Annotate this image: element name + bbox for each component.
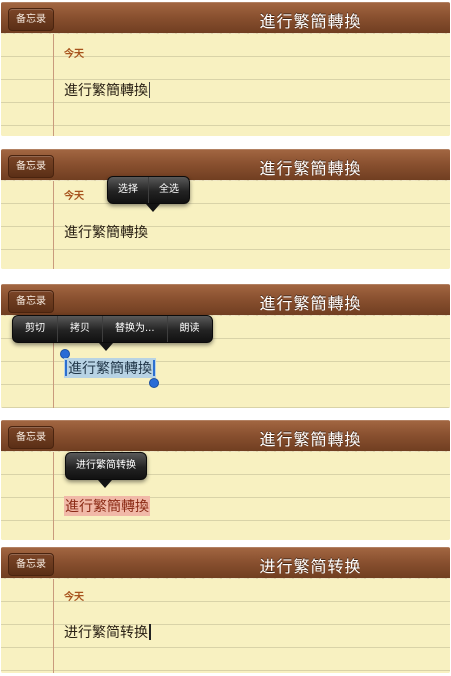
- note-title: 進行繁簡轉換: [259, 159, 362, 178]
- navigation-bar: 备忘录 进行繁简转换: [1, 547, 450, 584]
- selection-start-caret: [65, 360, 67, 376]
- back-button[interactable]: 备忘录: [8, 426, 54, 449]
- note-title: 進行繁簡轉換: [259, 430, 362, 449]
- callout-arrow: [146, 204, 160, 212]
- note-text: 進行繁簡轉換: [64, 83, 148, 99]
- margin-line: [53, 34, 54, 136]
- navigation-bar: 备忘录 進行繁簡轉換: [1, 284, 450, 321]
- note-date: 今天: [64, 191, 84, 202]
- select-menu-item[interactable]: 选择: [108, 177, 148, 203]
- edit-callout-menu: 选择 全选: [107, 176, 190, 204]
- note-text[interactable]: 進行繁簡轉換: [64, 222, 148, 242]
- note-text: 進行繁簡轉換: [68, 361, 152, 377]
- back-button[interactable]: 备忘录: [8, 553, 54, 576]
- note-title: 进行繁简转换: [259, 557, 362, 576]
- notes-panel-1: 备忘录 進行繁簡轉換 今天 進行繁簡轉換: [1, 2, 450, 136]
- selected-text-line[interactable]: 進行繁簡轉換: [64, 358, 156, 378]
- selection-end-handle[interactable]: [150, 379, 158, 387]
- note-date: 今天: [64, 49, 84, 60]
- convert-menu-item[interactable]: 进行繁简转换: [66, 453, 146, 479]
- note-date: 今天: [64, 592, 84, 603]
- margin-line: [53, 181, 54, 269]
- converted-text[interactable]: 進行繁簡轉換: [64, 496, 150, 516]
- navigation-bar: 备忘录 進行繁簡轉換: [1, 2, 450, 39]
- conversion-callout: 进行繁简转换: [65, 452, 147, 480]
- notes-panel-5: 备忘录 进行繁简转换 今天 进行繁简转换: [1, 547, 450, 673]
- margin-line: [53, 452, 54, 540]
- cut-menu-item[interactable]: 剪切: [13, 316, 57, 342]
- text-cursor: [149, 624, 151, 640]
- note-text-line[interactable]: 進行繁簡轉換: [64, 80, 150, 100]
- text-cursor: [149, 82, 150, 98]
- replace-menu-item[interactable]: 替换为...: [102, 316, 167, 342]
- note-paper[interactable]: 今天 进行繁简转换: [1, 579, 450, 673]
- callout-arrow: [98, 480, 112, 488]
- navigation-bar: 备忘录 進行繁簡轉換: [1, 149, 450, 186]
- margin-line: [53, 579, 54, 673]
- select-all-menu-item[interactable]: 全选: [148, 177, 189, 203]
- note-text: 进行繁简转换: [64, 625, 148, 641]
- back-button[interactable]: 备忘录: [8, 8, 54, 31]
- selection-end-caret: [153, 360, 155, 376]
- selection-start-handle[interactable]: [61, 350, 69, 358]
- note-title: 進行繁簡轉換: [259, 12, 362, 31]
- notes-panel-3: 备忘录 進行繁簡轉換 進行繁簡轉換 剪切 拷贝 替换为... 朗读: [1, 284, 450, 408]
- navigation-bar: 备忘录 進行繁簡轉換: [1, 420, 450, 457]
- copy-menu-item[interactable]: 拷贝: [57, 316, 102, 342]
- notes-panel-4: 备忘录 進行繁簡轉換 進行繁簡轉換 进行繁简转换: [1, 420, 450, 540]
- back-button[interactable]: 备忘录: [8, 155, 54, 178]
- notes-panel-2: 备忘录 進行繁簡轉換 今天 進行繁簡轉換 选择 全选: [1, 149, 450, 269]
- note-paper[interactable]: 今天 進行繁簡轉換: [1, 181, 450, 269]
- back-button[interactable]: 备忘录: [8, 290, 54, 313]
- note-paper[interactable]: 今天 進行繁簡轉換: [1, 34, 450, 136]
- speak-menu-item[interactable]: 朗读: [166, 316, 212, 342]
- edit-callout-menu: 剪切 拷贝 替换为... 朗读: [12, 315, 213, 343]
- note-title: 進行繁簡轉換: [259, 294, 362, 313]
- note-text-line[interactable]: 进行繁简转换: [64, 622, 151, 642]
- callout-arrow: [99, 343, 113, 351]
